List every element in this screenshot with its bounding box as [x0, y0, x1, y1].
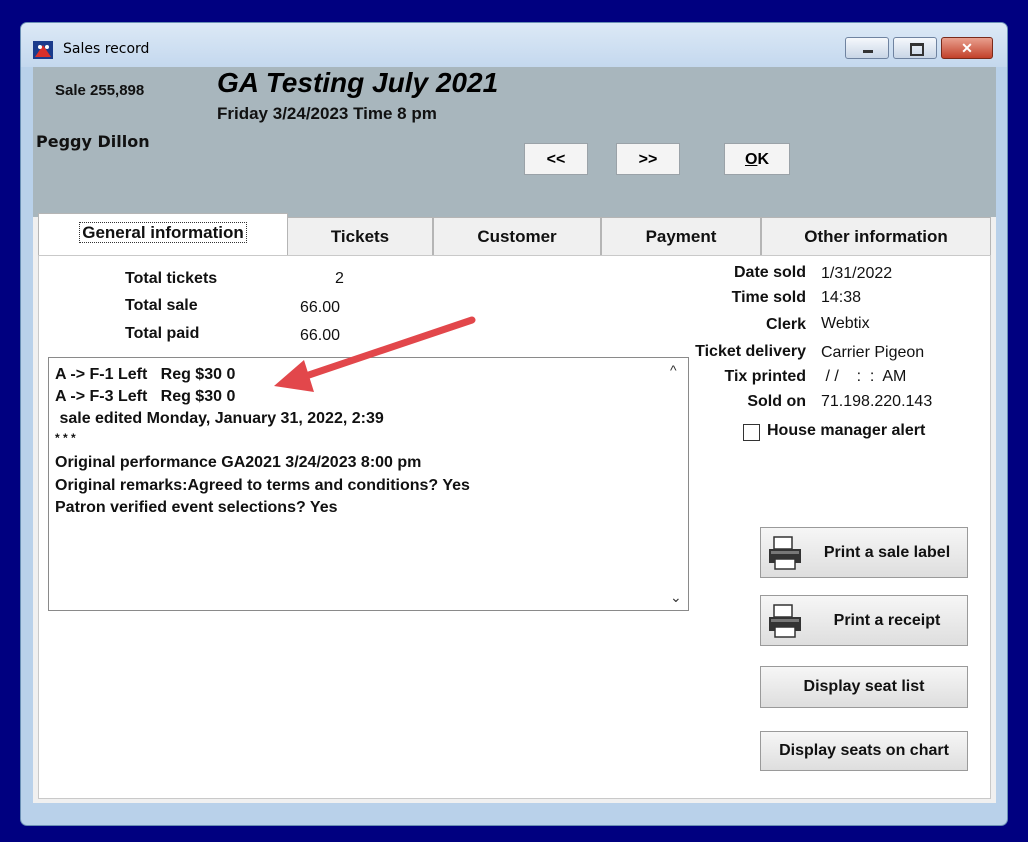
house-manager-alert-label[interactable]: House manager alert [767, 422, 925, 440]
note-line: Patron verified event selections? Yes [55, 499, 338, 516]
printer-icon [769, 604, 801, 638]
clerk-label: Clerk [765, 316, 806, 333]
sale-header: Sale 255,898 GA Testing July 2021 Friday… [33, 67, 996, 217]
note-line: sale edited Monday, January 31, 2022, 2:… [55, 410, 384, 427]
scroll-up-icon[interactable]: ^ [670, 362, 677, 378]
title-bar[interactable]: Sales record ✕ [21, 23, 1007, 67]
close-button[interactable]: ✕ [941, 37, 993, 59]
sale-number: Sale 255,898 [55, 82, 145, 99]
notes-scrollbar[interactable]: ^ ⌄ [666, 358, 688, 610]
house-manager-alert-checkbox[interactable] [743, 424, 760, 441]
close-icon: ✕ [961, 40, 973, 56]
event-date-time: Friday 3/24/2023 Time 8 pm [217, 104, 437, 123]
tab-panel: General information Tickets Customer Pay… [33, 213, 996, 803]
tab-payment[interactable]: Payment [601, 217, 761, 255]
note-line: Original performance GA2021 3/24/2023 8:… [55, 454, 422, 471]
date-sold-label: Date sold [733, 264, 806, 281]
total-sale-label: Total sale [125, 297, 198, 314]
printer-icon [769, 536, 801, 570]
note-line: A -> F-3 Left Reg $30 0 [55, 388, 236, 405]
note-line: Original remarks:Agreed to terms and con… [55, 477, 470, 494]
tab-general-information-label: General information [79, 222, 247, 243]
general-information-content: Total tickets 2 Total sale 66.00 Total p… [38, 255, 991, 799]
tix-printed-value: / / : : AM [821, 368, 907, 385]
event-title: GA Testing July 2021 [217, 67, 499, 98]
total-paid-value: 66.00 [300, 327, 341, 344]
ticket-delivery-value: Carrier Pigeon [821, 344, 925, 361]
display-seats-on-chart-button[interactable]: Display seats on chart [760, 731, 968, 771]
tab-other-information[interactable]: Other information [761, 217, 991, 255]
maximize-icon [910, 43, 924, 56]
display-seat-list-button[interactable]: Display seat list [760, 666, 968, 708]
scroll-down-icon[interactable]: ⌄ [670, 589, 682, 606]
tab-customer[interactable]: Customer [433, 217, 601, 255]
print-receipt-button[interactable]: Print a receipt [760, 595, 968, 646]
display-seats-on-chart-text: Display seats on chart [779, 742, 949, 759]
time-sold-value: 14:38 [821, 289, 862, 306]
sales-record-window: Sales record ✕ Sale 255,898 GA Testing J… [20, 22, 1008, 826]
tab-general-information[interactable]: General information [38, 213, 288, 255]
total-paid-label: Total paid [125, 325, 200, 342]
sold-on-value: 71.198.220.143 [821, 393, 933, 410]
print-receipt-text: Print a receipt [833, 612, 941, 629]
print-sale-label-button[interactable]: Print a sale label [760, 527, 968, 578]
total-tickets-value: 2 [335, 270, 344, 287]
next-sale-button[interactable]: >> [616, 143, 680, 175]
date-sold-value: 1/31/2022 [821, 265, 893, 282]
note-line: A -> F-1 Left Reg $30 0 [55, 366, 236, 383]
ok-button-label: O [744, 151, 758, 168]
window-title: Sales record [63, 41, 150, 57]
tab-tickets[interactable]: Tickets [287, 217, 433, 255]
maximize-button[interactable] [893, 37, 937, 59]
total-sale-value: 66.00 [300, 299, 341, 316]
display-seat-list-text: Display seat list [803, 678, 925, 695]
minimize-icon [863, 50, 873, 53]
note-line: * * * [55, 431, 76, 445]
ok-button[interactable]: OK [724, 143, 790, 175]
time-sold-label: Time sold [731, 289, 806, 306]
patron-name: Peggy Dillon [36, 132, 150, 151]
previous-sale-button[interactable]: << [524, 143, 588, 175]
app-icon [33, 41, 53, 59]
total-tickets-label: Total tickets [125, 270, 218, 287]
clerk-value: Webtix [821, 315, 870, 332]
sale-notes-textarea[interactable]: A -> F-1 Left Reg $30 0 A -> F-3 Left Re… [48, 357, 689, 611]
minimize-button[interactable] [845, 37, 889, 59]
